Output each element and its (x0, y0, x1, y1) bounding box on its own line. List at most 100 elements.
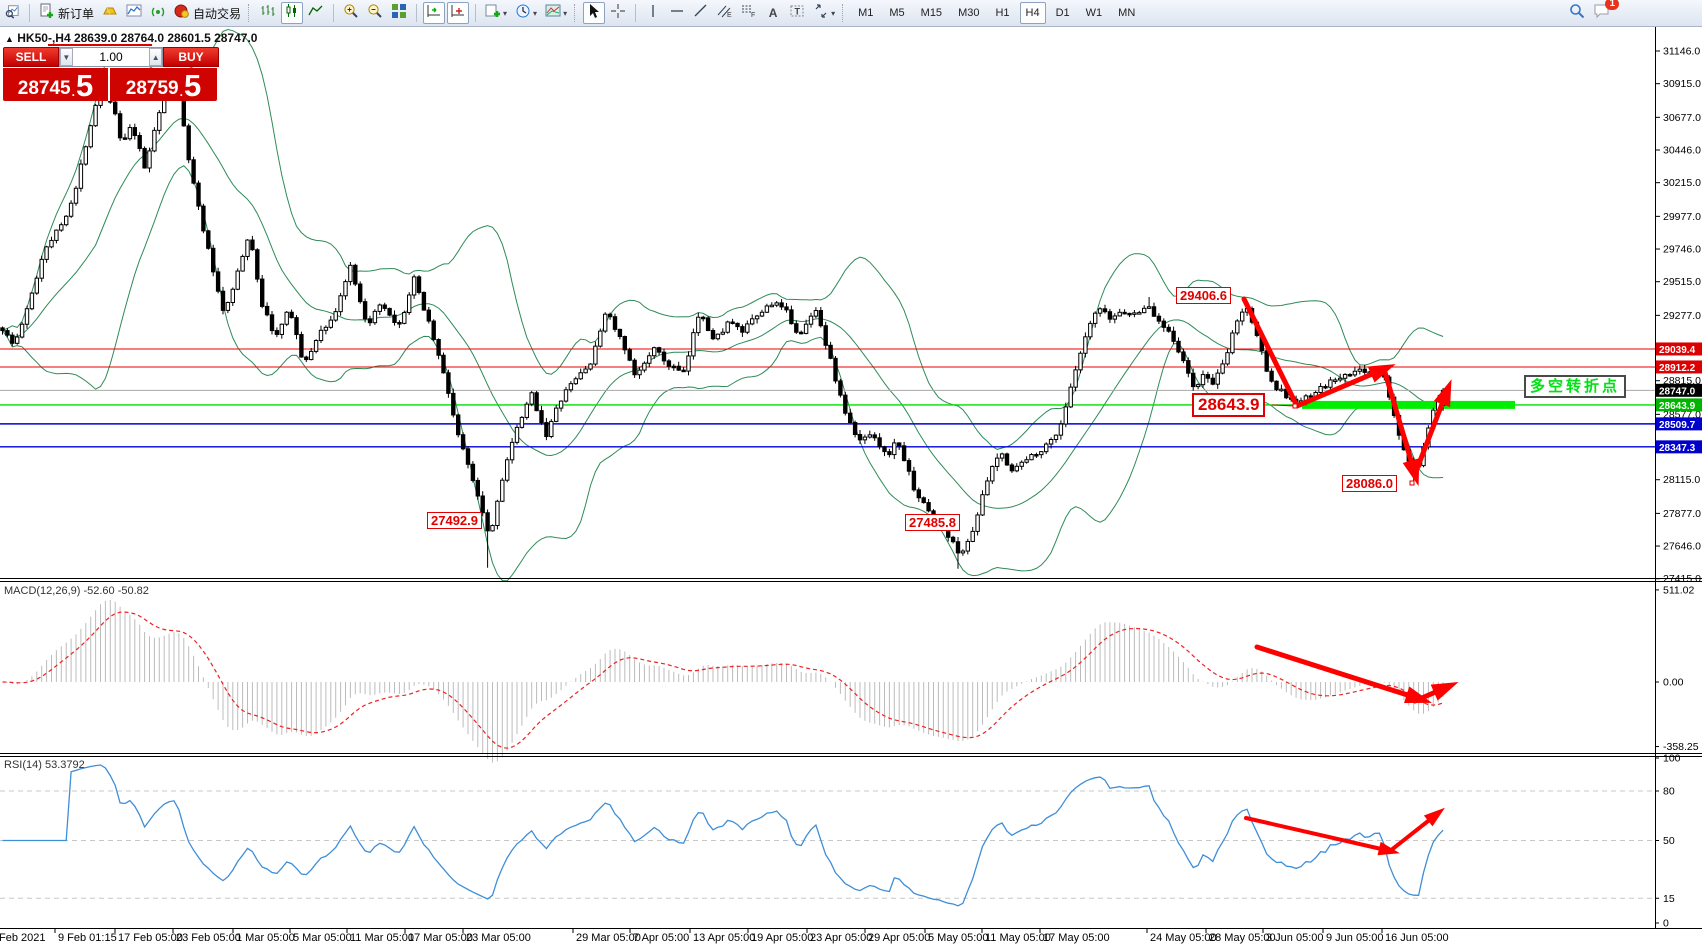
channel-tool-button[interactable]: E (714, 2, 736, 24)
svg-text:3 Jun 05:00: 3 Jun 05:00 (1266, 932, 1324, 944)
symbol-underline (48, 44, 152, 46)
template-button[interactable]: ▾ (542, 2, 570, 24)
arrows-tool-button[interactable]: ▾ (810, 2, 838, 24)
tab-timeframe-w1[interactable]: W1 (1080, 2, 1109, 24)
svg-text:23 Mar 05:00: 23 Mar 05:00 (466, 932, 531, 944)
market-watch-button[interactable] (123, 2, 145, 24)
tile-windows-button[interactable] (388, 2, 410, 24)
auto-scroll-button[interactable] (447, 2, 469, 24)
horizontal-line-tool-button[interactable] (666, 2, 688, 24)
ask-frac: 5 (184, 73, 201, 99)
line-chart-mode-button[interactable] (305, 2, 327, 24)
tab-timeframe-m30[interactable]: M30 (952, 2, 985, 24)
bar-chart-mode-button[interactable] (257, 2, 279, 24)
main-toolbar: 新订单 自动交易 (0, 0, 1702, 27)
crosshair-tool-button[interactable] (607, 2, 629, 24)
add-indicator-button[interactable]: ▾ (482, 2, 510, 24)
tab-timeframe-m15[interactable]: M15 (915, 2, 948, 24)
chart-canvas[interactable]: 31146.030915.030677.030446.030215.029977… (0, 0, 1702, 946)
svg-text:9 Jun 05:00: 9 Jun 05:00 (1326, 932, 1384, 944)
toolbar-grip (574, 4, 579, 22)
svg-text:5 Mar 05:00: 5 Mar 05:00 (293, 932, 352, 944)
bollinger-bands (3, 30, 1444, 581)
search-button[interactable] (1566, 2, 1588, 24)
period-button[interactable]: ▾ (512, 2, 540, 24)
volume-increase-button[interactable]: ▲ (149, 48, 162, 66)
horizontal-line-icon (669, 3, 685, 24)
toolbar-separator (416, 4, 417, 22)
tab-timeframe-m1[interactable]: M1 (852, 2, 879, 24)
auto-trading-label: 自动交易 (193, 5, 241, 22)
tab-timeframe-h1[interactable]: H1 (989, 2, 1015, 24)
chart-shift-button[interactable] (423, 2, 445, 24)
ask-price[interactable]: 28759 . 5 (110, 68, 217, 101)
signals-button[interactable] (147, 2, 169, 24)
zoom-out-button[interactable] (364, 2, 386, 24)
line-chart-icon (308, 3, 324, 24)
collapse-chart-icon[interactable]: ▲ (5, 34, 14, 44)
dropdown-arrow-icon: ▾ (533, 9, 537, 18)
dropdown-arrow-icon: ▾ (503, 9, 507, 18)
svg-text:17 Feb 05:00: 17 Feb 05:00 (118, 932, 183, 944)
volume-decrease-button[interactable]: ▼ (60, 48, 73, 66)
bid-main: 28745 (18, 79, 71, 99)
svg-text:27415.0: 27415.0 (1663, 573, 1701, 585)
one-click-trading-panel: SELL ▼ ▲ BUY 28745 . 5 28759 . 5 (3, 47, 219, 101)
svg-text:5 May 05:00: 5 May 05:00 (928, 932, 989, 944)
macd-indicator-label: MACD(12,26,9) -52.60 -50.82 (4, 585, 149, 597)
ask-dot: . (180, 85, 183, 99)
fibonacci-icon: F (741, 3, 757, 24)
tab-timeframe-m5[interactable]: M5 (883, 2, 910, 24)
zoom-in-icon (343, 3, 359, 24)
symbol-ohlc-text: HK50-,H4 28639.0 28764.0 28601.5 28747.0 (17, 31, 257, 45)
tab-timeframe-d1[interactable]: D1 (1050, 2, 1076, 24)
notifications-button[interactable]: 1 (1590, 2, 1614, 24)
pane-frame (0, 27, 1702, 929)
notification-badge: 1 (1605, 0, 1619, 10)
sell-button[interactable]: SELL (3, 47, 59, 67)
fibonacci-tool-button[interactable]: F (738, 2, 760, 24)
svg-text:T: T (795, 6, 801, 16)
svg-text:30915.0: 30915.0 (1663, 78, 1701, 90)
svg-text:50: 50 (1663, 835, 1675, 847)
svg-text:27877.0: 27877.0 (1663, 508, 1701, 520)
zoom-out-icon (367, 3, 383, 24)
rsi-line (3, 765, 1444, 906)
trendline-tool-button[interactable] (690, 2, 712, 24)
tab-timeframe-h4[interactable]: H4 (1020, 2, 1046, 24)
price-badge: 28643.9 (1656, 398, 1702, 412)
text-label-icon: T (789, 3, 805, 24)
trendline-icon (693, 3, 709, 24)
price-level-lines (0, 349, 1655, 447)
svg-text:23 Apr 05:00: 23 Apr 05:00 (810, 932, 872, 944)
new-order-icon (39, 3, 55, 24)
zoom-in-button[interactable] (340, 2, 362, 24)
chart-shift-icon (426, 3, 442, 24)
cursor-tool-button[interactable] (583, 2, 605, 24)
support-band (1302, 401, 1515, 409)
volume-input[interactable] (73, 48, 150, 66)
dropdown-arrow-icon: ▾ (563, 9, 567, 18)
text-tool-button[interactable]: A (762, 2, 784, 24)
add-indicator-icon (485, 3, 501, 24)
tab-timeframe-mn[interactable]: MN (1112, 2, 1141, 24)
bid-price[interactable]: 28745 . 5 (3, 68, 110, 101)
text-label-tool-button[interactable]: T (786, 2, 808, 24)
new-order-button[interactable]: 新订单 (36, 2, 97, 24)
toolbar-grip (842, 4, 847, 22)
svg-text:13 Apr 05:00: 13 Apr 05:00 (693, 932, 755, 944)
buy-button[interactable]: BUY (163, 47, 219, 67)
svg-text:29039.4: 29039.4 (1659, 345, 1696, 356)
deposit-button[interactable] (99, 2, 121, 24)
symbols-button[interactable] (1, 2, 23, 24)
vertical-line-tool-button[interactable] (642, 2, 664, 24)
candlesticks (1, 79, 1445, 569)
auto-trading-button[interactable]: 自动交易 (171, 2, 244, 24)
svg-text:17 Mar 05:00: 17 Mar 05:00 (408, 932, 473, 944)
svg-text:E: E (727, 12, 732, 19)
svg-text:19 Apr 05:00: 19 Apr 05:00 (751, 932, 813, 944)
candlestick-mode-button[interactable] (281, 2, 303, 24)
toolbar-separator (635, 4, 636, 22)
bid-dot: . (72, 85, 75, 99)
svg-text:29277.0: 29277.0 (1663, 310, 1701, 322)
